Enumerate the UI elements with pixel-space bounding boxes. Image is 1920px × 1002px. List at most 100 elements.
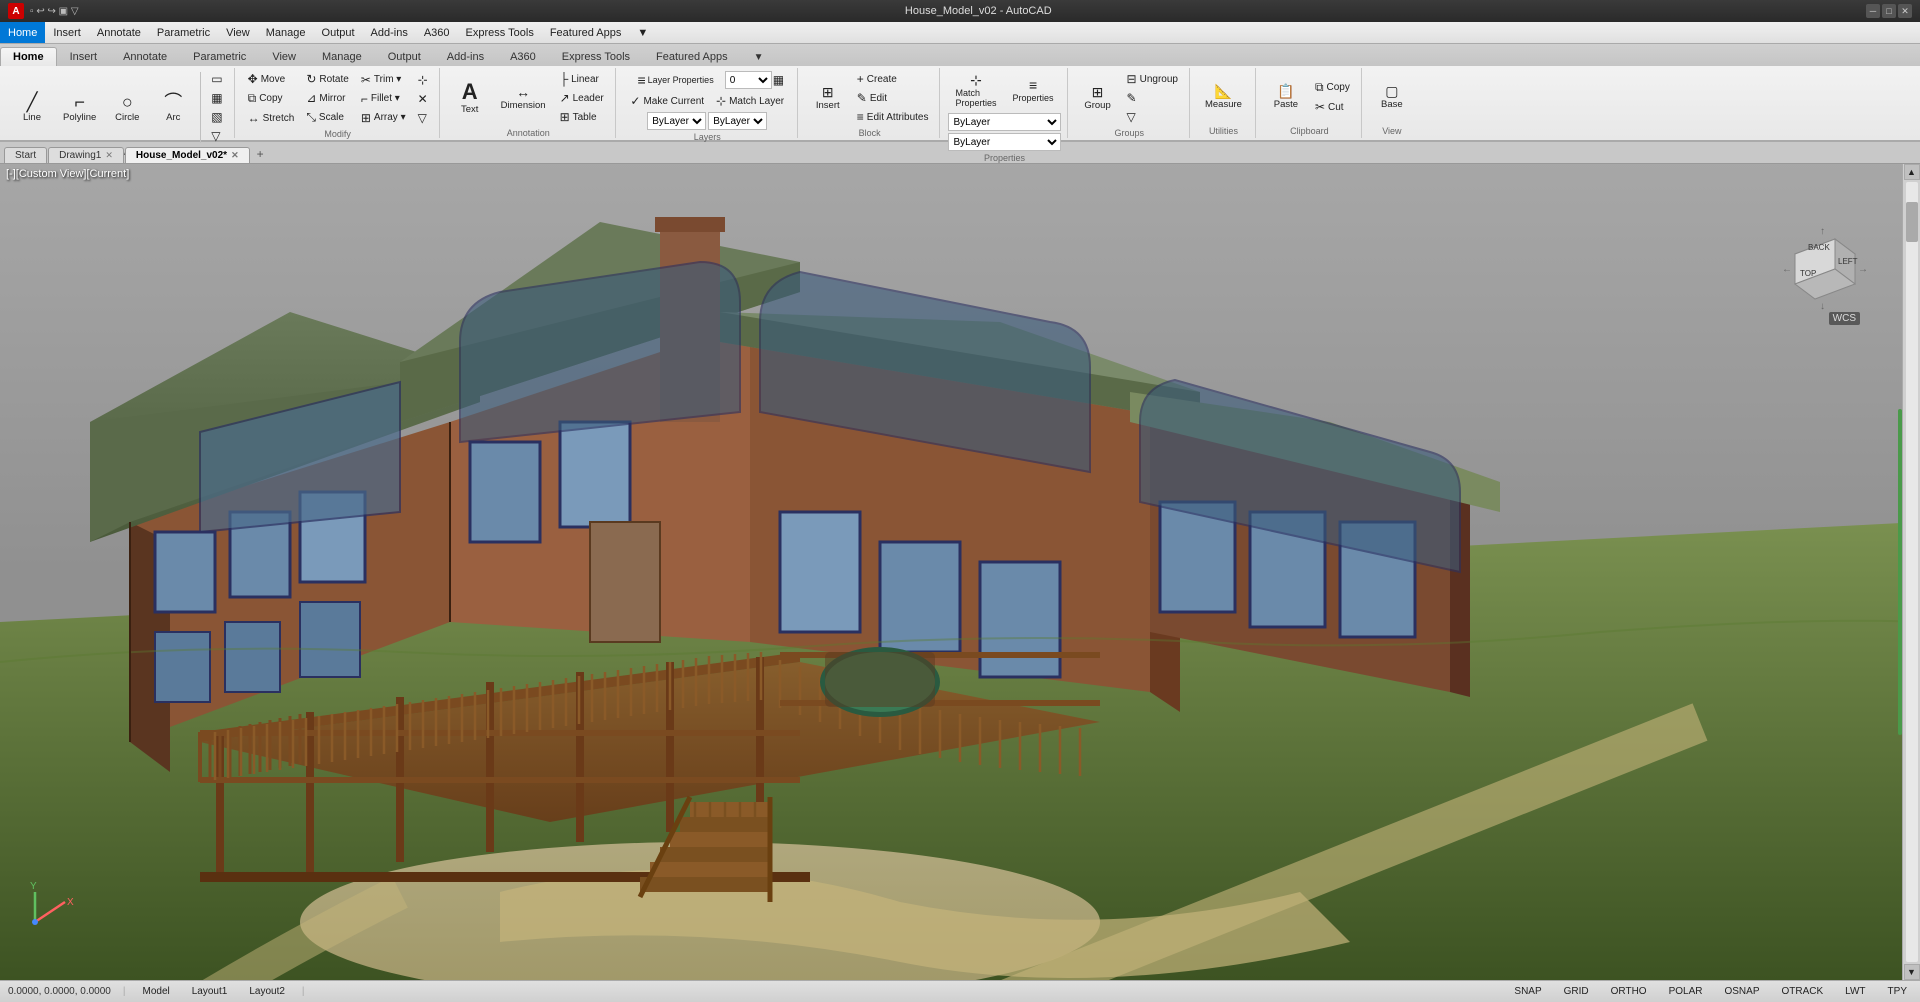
erase-button[interactable]: ✕	[413, 90, 433, 108]
tab-insert[interactable]: Insert	[57, 47, 111, 66]
fillet-button[interactable]: ⌐Fillet ▾	[356, 90, 411, 108]
model-tab[interactable]: Model	[137, 984, 174, 999]
copy-clip-button[interactable]: ⧉Copy	[1310, 78, 1355, 97]
tab-house-model[interactable]: House_Model_v02* ✕	[125, 147, 250, 163]
linetype-bylayer-select[interactable]: ByLayer	[948, 133, 1060, 151]
snap-toggle[interactable]: SNAP	[1509, 984, 1546, 999]
tab-a360[interactable]: A360	[497, 47, 549, 66]
group-button[interactable]: ⊞ Group	[1076, 82, 1120, 114]
otrack-toggle[interactable]: OTRACK	[1777, 984, 1829, 999]
leader-button[interactable]: ↗Leader	[555, 89, 609, 107]
menu-home[interactable]: Home	[0, 22, 45, 43]
minimize-button[interactable]: ─	[1866, 4, 1880, 18]
array-button[interactable]: ⊞Array ▾	[356, 109, 411, 127]
trim-button[interactable]: ✂Trim ▾	[356, 71, 411, 89]
create-block-button[interactable]: +Create	[852, 70, 934, 88]
layout1-tab[interactable]: Layout1	[187, 984, 233, 999]
menu-express[interactable]: Express Tools	[458, 22, 542, 43]
table-button[interactable]: ⊞Table	[555, 108, 609, 126]
stretch-button[interactable]: ↔Stretch	[243, 109, 300, 127]
tab-start[interactable]: Start	[4, 147, 47, 163]
mirror-button[interactable]: ⊿Mirror	[301, 89, 354, 107]
close-house-model[interactable]: ✕	[231, 150, 239, 161]
close-drawing1[interactable]: ✕	[105, 150, 113, 161]
menu-addins[interactable]: Add-ins	[363, 22, 416, 43]
linetype-select[interactable]: ByLayer	[708, 112, 767, 130]
polar-toggle[interactable]: POLAR	[1664, 984, 1708, 999]
gradient-button[interactable]: ▧	[206, 108, 227, 126]
menu-output[interactable]: Output	[314, 22, 363, 43]
rectangle-button[interactable]: ▭	[206, 70, 227, 88]
arc-button[interactable]: ⌒ Arc	[151, 90, 195, 126]
close-button[interactable]: ✕	[1898, 4, 1912, 18]
layer-select[interactable]: 0WallsRoof	[725, 71, 772, 89]
line-button[interactable]: ╱ Line	[10, 90, 54, 126]
separator: |	[123, 986, 126, 997]
tab-home[interactable]: Home	[0, 47, 57, 66]
edit-block-button[interactable]: ✎Edit	[852, 89, 934, 107]
viewport[interactable]: [-][Custom View][Current]	[0, 164, 1920, 980]
dimension-button[interactable]: ↔ Dimension	[494, 82, 553, 114]
menu-manage[interactable]: Manage	[258, 22, 314, 43]
tab-annotate[interactable]: Annotate	[110, 47, 180, 66]
osnap-toggle[interactable]: OSNAP	[1719, 984, 1764, 999]
restore-button[interactable]: □	[1882, 4, 1896, 18]
tab-output[interactable]: Output	[375, 47, 434, 66]
group-more-button[interactable]: ▽	[1122, 108, 1183, 126]
color-bylayer-select[interactable]: ByLayer	[948, 113, 1060, 131]
add-tab-button[interactable]: +	[251, 145, 270, 163]
tab-addins[interactable]: Add-ins	[434, 47, 497, 66]
match-props-button[interactable]: ⊹ MatchProperties	[948, 70, 1003, 111]
layout2-tab[interactable]: Layout2	[244, 984, 290, 999]
make-current-button[interactable]: ✓Make Current	[625, 92, 709, 110]
tab-drawing1[interactable]: Drawing1 ✕	[48, 147, 124, 163]
grid-toggle[interactable]: GRID	[1559, 984, 1594, 999]
vertical-scrollbar[interactable]: ▲ ▼	[1902, 164, 1920, 980]
hatch-button[interactable]: ▦	[206, 89, 227, 107]
scroll-down-button[interactable]: ▼	[1904, 964, 1920, 980]
tab-manage[interactable]: Manage	[309, 47, 375, 66]
circle-button[interactable]: ○ Circle	[105, 90, 149, 126]
layer-properties-button[interactable]: ≡ Layer Properties	[630, 70, 720, 90]
ungroup-button[interactable]: ⊟Ungroup	[1122, 70, 1183, 88]
view-cube[interactable]: BACK LEFT TOP ↑ → ↓ ←	[1780, 224, 1860, 304]
properties-dialog-button[interactable]: ≡ Properties	[1006, 70, 1061, 111]
scroll-up-button[interactable]: ▲	[1904, 164, 1920, 180]
measure-button[interactable]: 📐 Measure	[1198, 81, 1249, 113]
tpy-toggle[interactable]: TPY	[1883, 984, 1912, 999]
ortho-toggle[interactable]: ORTHO	[1606, 984, 1652, 999]
rotate-button[interactable]: ↻Rotate	[301, 70, 354, 88]
more-modify-button[interactable]: ▽	[413, 109, 433, 127]
tab-view[interactable]: View	[259, 47, 309, 66]
menu-annotate[interactable]: Annotate	[89, 22, 149, 43]
copy-button[interactable]: ⧉Copy	[243, 89, 300, 108]
menu-more[interactable]: ▼	[629, 22, 656, 43]
base-button[interactable]: ▢ Base	[1370, 81, 1414, 113]
polyline-icon: ⌐	[74, 93, 85, 111]
menu-view[interactable]: View	[218, 22, 258, 43]
color-select[interactable]: ByLayer	[647, 112, 706, 130]
menu-a360[interactable]: A360	[416, 22, 458, 43]
tab-parametric[interactable]: Parametric	[180, 47, 259, 66]
more-draw-button[interactable]: ▽	[206, 127, 227, 145]
cut-button[interactable]: ✂Cut	[1310, 98, 1355, 116]
match-layer-button[interactable]: ⊹Match Layer	[711, 92, 789, 110]
menu-featured[interactable]: Featured Apps	[542, 22, 630, 43]
group-edit-button[interactable]: ✎	[1122, 89, 1183, 107]
tab-featured[interactable]: Featured Apps	[643, 47, 741, 66]
move-button[interactable]: ✥Move	[243, 70, 300, 88]
edit-attributes-button[interactable]: ≡Edit Attributes	[852, 108, 934, 126]
scroll-thumb[interactable]	[1906, 202, 1918, 242]
polyline-button[interactable]: ⌐ Polyline	[56, 90, 103, 126]
tab-more[interactable]: ▼	[741, 48, 777, 66]
lwt-toggle[interactable]: LWT	[1840, 984, 1870, 999]
scale-button[interactable]: ⤡Scale	[301, 108, 354, 127]
menu-insert[interactable]: Insert	[45, 22, 89, 43]
insert-button[interactable]: ⊞ Insert	[806, 82, 850, 114]
linear-button[interactable]: ├Linear	[555, 70, 609, 88]
menu-parametric[interactable]: Parametric	[149, 22, 218, 43]
paste-button[interactable]: 📋 Paste	[1264, 81, 1308, 113]
text-button[interactable]: A Text	[448, 78, 492, 118]
explode-button[interactable]: ⊹	[413, 71, 433, 89]
tab-express[interactable]: Express Tools	[549, 47, 643, 66]
